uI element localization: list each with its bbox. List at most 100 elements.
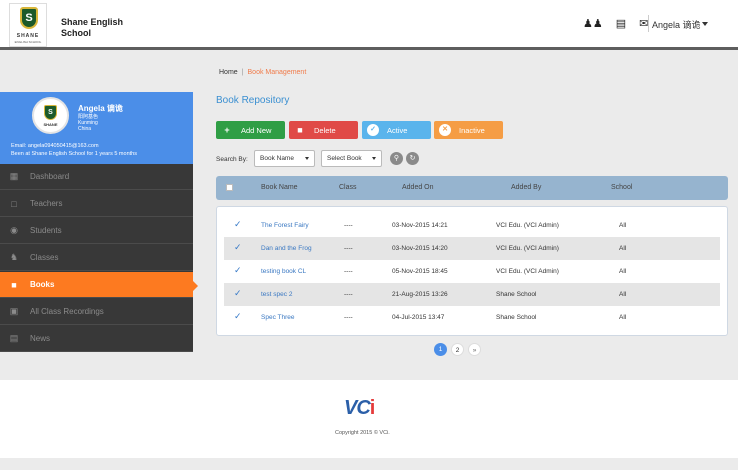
cell-added-on: 03-Nov-2015 14:20 [392, 245, 448, 252]
cell-class: ---- [344, 268, 353, 275]
profile-cn-name: 阳阿基色 [78, 114, 99, 120]
table-row[interactable]: ✓ Dan and the Frog ---- 03-Nov-2015 14:2… [224, 237, 720, 260]
active-label: Active [387, 125, 408, 135]
email-label: Email: [11, 143, 27, 149]
cell-added-on: 03-Nov-2015 14:21 [392, 222, 448, 229]
profile-tenure: Been at Shane English School for 1 years… [11, 151, 137, 157]
book-name-link[interactable]: The Forest Fairy [261, 222, 309, 229]
cell-school: All [619, 268, 627, 275]
table-header: Book Name Class Added On Added By School [216, 176, 728, 200]
user-menu[interactable]: Angela 谪诡 [652, 18, 701, 31]
header-icons: ♟♟ ▤ ✉ [583, 18, 648, 30]
next-page-button[interactable]: » [468, 343, 481, 356]
search-field-select[interactable]: Book Name [254, 150, 315, 167]
check-icon[interactable]: ✓ [234, 242, 242, 253]
grid-icon: ▦ [9, 171, 19, 181]
plus-icon: + [224, 125, 230, 135]
sidebar-item-label: Dashboard [30, 172, 70, 181]
cell-added-by: VCI Edu. (VCI Admin) [496, 245, 559, 252]
chevron-down-icon[interactable] [702, 22, 708, 26]
header-added-on[interactable]: Added On [402, 184, 434, 191]
sidebar-item-books[interactable]: ■ Books [0, 272, 198, 298]
logo-subtext: ENGLISH SCHOOL [14, 40, 42, 44]
trash-icon: ■ [297, 125, 303, 135]
shield-icon: S [20, 7, 38, 29]
copyright: Copyright 2015 © VCi. [335, 430, 390, 436]
header-added-by[interactable]: Added By [511, 184, 541, 191]
sidebar-item-teachers[interactable]: □ Teachers [0, 191, 193, 217]
active-button[interactable]: ✓ Active [362, 121, 431, 139]
teacher-icon: □ [11, 198, 17, 209]
page-2-button[interactable]: 2 [451, 343, 464, 356]
cell-added-by: VCI Edu. (VCI Admin) [496, 222, 559, 229]
cell-class: ---- [344, 314, 353, 321]
classes-icon: ♞ [9, 252, 19, 262]
sidebar-item-label: All Class Recordings [30, 307, 104, 316]
check-icon[interactable]: ✓ [234, 219, 242, 230]
table-row[interactable]: ✓ The Forest Fairy ---- 03-Nov-2015 14:2… [224, 214, 720, 237]
header-book-name[interactable]: Book Name [261, 184, 298, 191]
books-icon: ■ [11, 279, 17, 290]
book-open-icon[interactable]: ▤ [616, 18, 626, 30]
cell-school: All [619, 222, 627, 229]
header-school[interactable]: School [611, 184, 632, 191]
search-icon: ⚲ [393, 155, 400, 162]
cell-added-by: VCI Edu. (VCI Admin) [496, 268, 559, 275]
page-1-button[interactable]: 1 [434, 343, 447, 356]
school-name: Shane English School [61, 17, 124, 38]
search-button[interactable]: ⚲ [390, 152, 403, 165]
check-icon[interactable]: ✓ [234, 288, 242, 299]
school-logo[interactable]: S SHANE ENGLISH SCHOOL [9, 3, 47, 47]
book-name-link[interactable]: Spec Three [261, 314, 294, 321]
envelope-icon[interactable]: ✉ [639, 18, 648, 30]
book-name-link[interactable]: test spec 2 [261, 291, 292, 298]
sidebar-item-students[interactable]: ◉ Students [0, 218, 193, 244]
search-field-value: Book Name [260, 155, 294, 162]
cell-added-by: Shane School [496, 314, 537, 321]
sidebar-item-label: Teachers [30, 199, 63, 208]
students-icon: ◉ [10, 225, 18, 235]
profile-card: S SHANE Angela 谪诡 阳阿基色 Kunming China Ema… [0, 92, 193, 164]
book-select[interactable]: Select Book [321, 150, 382, 167]
add-new-button[interactable]: + Add New [216, 121, 285, 139]
reset-button[interactable]: ↻ [406, 152, 419, 165]
table-row[interactable]: ✓ Spec Three ---- 04-Jul-2015 13:47 Shan… [224, 306, 720, 329]
sidebar-item-label: Students [30, 226, 62, 235]
book-name-link[interactable]: testing book CL [261, 268, 306, 275]
profile-country: China [78, 126, 92, 132]
sidebar-item-news[interactable]: ▤ News [0, 326, 193, 352]
avatar[interactable]: S SHANE [32, 97, 69, 134]
breadcrumb-home[interactable]: Home [219, 69, 238, 76]
table-row[interactable]: ✓ testing book CL ---- 05-Nov-2015 18:45… [224, 260, 720, 283]
avatar-text: SHANE [43, 122, 58, 127]
shield-icon: S [44, 105, 57, 120]
table-row[interactable]: ✓ test spec 2 ---- 21-Aug-2015 13:26 Sha… [224, 283, 720, 306]
sidebar-item-dashboard[interactable]: ▦ Dashboard [0, 164, 193, 190]
cell-class: ---- [344, 291, 353, 298]
inactive-label: Inactive [459, 125, 485, 135]
cell-added-by: Shane School [496, 291, 537, 298]
book-table: ✓ The Forest Fairy ---- 03-Nov-2015 14:2… [216, 206, 728, 336]
chevron-down-icon [305, 157, 309, 160]
sidebar-item-recordings[interactable]: ▣ All Class Recordings [0, 299, 193, 325]
chevron-down-icon [372, 157, 376, 160]
inactive-button[interactable]: ✕ Inactive [434, 121, 503, 139]
cell-added-on: 05-Nov-2015 18:45 [392, 268, 448, 275]
book-name-link[interactable]: Dan and the Frog [261, 245, 312, 252]
group-icon[interactable]: ♟♟ [583, 18, 603, 30]
cell-added-on: 21-Aug-2015 13:26 [392, 291, 448, 298]
check-icon[interactable]: ✓ [234, 265, 242, 276]
header-divider [648, 15, 649, 32]
check-icon[interactable]: ✓ [234, 311, 242, 322]
sidebar-item-classes[interactable]: ♞ Classes [0, 245, 193, 271]
delete-button[interactable]: ■ Delete [289, 121, 358, 139]
select-all-checkbox[interactable] [226, 184, 233, 191]
footer: VCi Copyright 2015 © VCi. [0, 380, 738, 458]
vci-logo-accent: i [369, 397, 375, 419]
breadcrumb-separator: | [241, 69, 244, 76]
header-class[interactable]: Class [339, 184, 357, 191]
sidebar: ▦ Dashboard □ Teachers ◉ Students ♞ Classes … [0, 164, 198, 352]
sidebar-item-label: News [30, 334, 51, 343]
vci-logo-text: VC [344, 397, 371, 419]
breadcrumb: Home | Book Management [219, 69, 306, 76]
